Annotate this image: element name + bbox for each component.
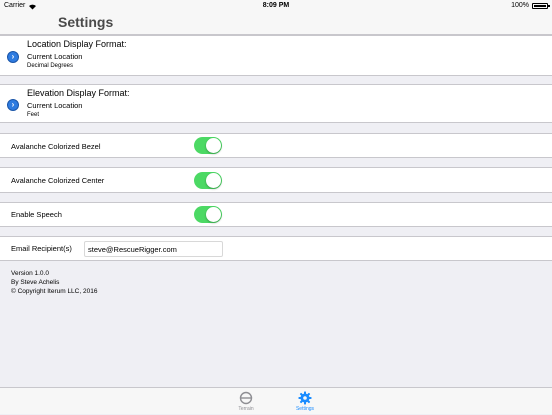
tab-settings-label: Settings	[295, 406, 315, 412]
email-input[interactable]	[84, 241, 223, 257]
page-title: Settings	[58, 14, 114, 30]
battery-fill	[534, 5, 546, 7]
speech-toggle-label: Enable Speech	[11, 210, 62, 219]
center-toggle-switch[interactable]	[194, 172, 222, 189]
battery-indicator: 100%	[511, 0, 550, 12]
tab-terrain-label: Terrain	[238, 406, 254, 412]
elevation-format-title: Elevation Display Format:	[27, 88, 130, 98]
bezel-toggle-switch[interactable]	[194, 137, 222, 154]
info-icon[interactable]: ›	[7, 51, 19, 63]
terrain-icon	[239, 391, 253, 405]
tab-terrain[interactable]: Terrain	[226, 388, 266, 415]
speech-toggle-row: Enable Speech	[0, 202, 552, 227]
elevation-format-value: Current Location	[27, 101, 83, 110]
info-icon[interactable]: ›	[7, 99, 19, 111]
toggle-knob	[206, 207, 221, 222]
email-label: Email Recipient(s)	[11, 244, 72, 253]
toggle-knob	[206, 138, 221, 153]
elevation-format-cell[interactable]: › Elevation Display Format: Current Loca…	[0, 84, 552, 123]
speech-toggle-switch[interactable]	[194, 206, 222, 223]
navigation-bar: Settings	[0, 12, 552, 35]
copyright-text: © Copyright Iterum LLC, 2016	[11, 288, 98, 295]
location-format-value: Current Location	[27, 52, 83, 61]
status-time: 8:09 PM	[262, 2, 290, 9]
bezel-toggle-label: Avalanche Colorized Bezel	[11, 142, 101, 151]
email-row: Email Recipient(s)	[0, 236, 552, 261]
tab-settings[interactable]: Settings	[285, 388, 325, 415]
location-format-title: Location Display Format:	[27, 39, 127, 49]
author-text: By Steve Achelis	[11, 279, 60, 286]
toggle-knob	[206, 173, 221, 188]
center-toggle-label: Avalanche Colorized Center	[11, 176, 105, 185]
bezel-toggle-row: Avalanche Colorized Bezel	[0, 133, 552, 158]
tab-bar: Terrain Settings	[0, 387, 552, 414]
location-format-cell[interactable]: › Location Display Format: Current Locat…	[0, 35, 552, 76]
battery-icon	[532, 3, 550, 9]
gear-icon	[298, 391, 312, 405]
location-format-detail: Decimal Degrees	[27, 63, 74, 69]
status-bar: Carrier 8:09 PM 100%	[0, 0, 552, 12]
battery-percent: 100%	[511, 2, 529, 9]
center-toggle-row: Avalanche Colorized Center	[0, 167, 552, 193]
elevation-format-detail: Feet	[27, 112, 40, 118]
version-text: Version 1.0.0	[11, 270, 49, 277]
